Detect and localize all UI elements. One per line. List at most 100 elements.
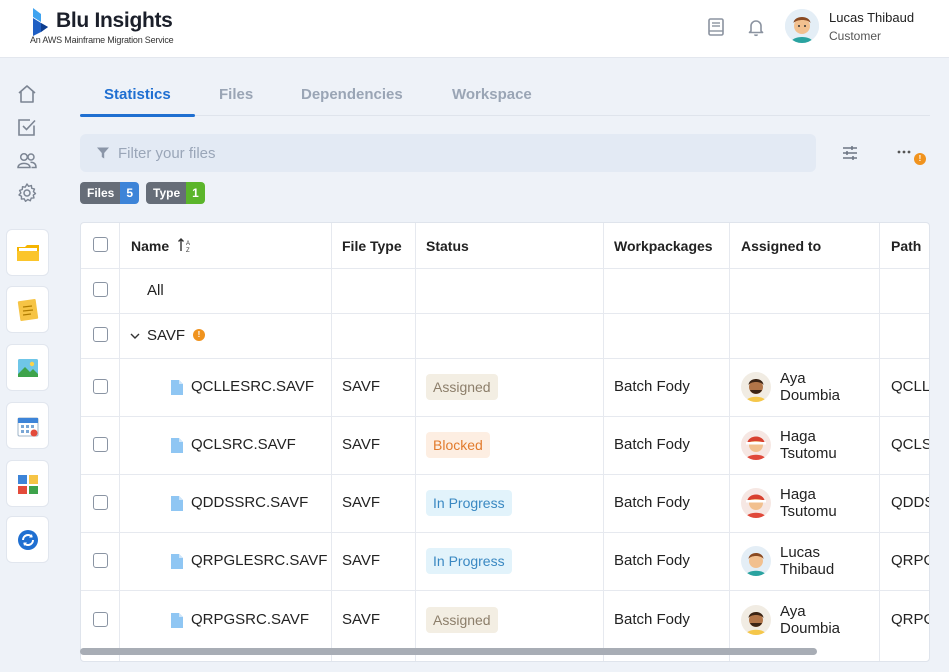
options-alert-badge: ! (914, 153, 926, 165)
files-table: Name A Z File Type Status Workpackages A… (80, 222, 930, 662)
book-icon[interactable] (705, 16, 727, 38)
type-count-chip[interactable]: Type 1 (146, 182, 205, 204)
bell-icon[interactable] (745, 16, 767, 38)
file-path: QRPG (891, 611, 929, 628)
checklist-icon[interactable] (16, 116, 38, 138)
file-name[interactable]: QDDSSRC.SAVF (191, 494, 308, 511)
assignee-last-name: Doumbia (780, 387, 841, 404)
column-divider (415, 223, 416, 661)
workpackage: Batch Fody (614, 552, 690, 569)
top-bar: Blu Insights An AWS Mainframe Migration … (0, 0, 949, 58)
assignee-name: Aya Doumbia (780, 603, 840, 637)
tab-workspace[interactable]: Workspace (452, 86, 532, 103)
workpackage: Batch Fody (614, 494, 690, 511)
user-name: Lucas Thibaud (829, 10, 915, 25)
row-checkbox[interactable] (93, 437, 108, 452)
file-name[interactable]: QRPGSRC.SAVF (191, 611, 309, 628)
tab-files[interactable]: Files (219, 86, 253, 103)
assignee-first-name: Aya (780, 370, 806, 387)
sort-icon[interactable]: A Z (177, 237, 193, 253)
assignee-first-name: Haga (780, 486, 816, 503)
file-path: QCLS (891, 436, 930, 453)
status-badge[interactable]: In Progress (426, 490, 512, 516)
assignee-last-name: Tsutomu (780, 445, 837, 462)
file-path: QCLL (891, 378, 930, 395)
file-type: SAVF (342, 611, 381, 628)
column-header-status[interactable]: Status (426, 238, 469, 254)
row-divider (81, 590, 929, 591)
file-icon (171, 613, 183, 628)
notes-app-icon (17, 298, 38, 321)
chevron-down-icon[interactable] (129, 330, 141, 342)
file-icon (171, 554, 183, 569)
avatar (741, 430, 771, 460)
status-badge[interactable]: Blocked (426, 432, 490, 458)
image-app-tile[interactable] (6, 344, 49, 391)
assignee-last-name: Tsutomu (780, 503, 837, 520)
tabs-divider (80, 115, 930, 116)
workpackage: Batch Fody (614, 611, 690, 628)
assignee-first-name: Lucas (780, 544, 821, 561)
calendar-app-icon (17, 417, 38, 436)
row-checkbox[interactable] (93, 612, 108, 627)
folder-app-tile[interactable] (6, 229, 49, 276)
dashboard-app-tile[interactable] (6, 460, 49, 507)
dashboard-app-icon (17, 474, 38, 494)
column-header-workpackages[interactable]: Workpackages (614, 238, 713, 254)
row-divider (81, 416, 929, 417)
notes-app-tile[interactable] (6, 286, 49, 333)
brand-subtitle: An AWS Mainframe Migration Service (30, 35, 174, 45)
filter-input[interactable] (118, 134, 798, 172)
row-checkbox[interactable] (93, 379, 108, 394)
active-tab-indicator (80, 114, 195, 117)
status-badge[interactable]: Assigned (426, 607, 498, 633)
file-type: SAVF (342, 436, 381, 453)
file-icon (171, 496, 183, 511)
row-checkbox[interactable] (93, 282, 108, 297)
column-header-name[interactable]: Name (131, 238, 169, 254)
column-header-path[interactable]: Path (891, 238, 921, 254)
assignee-name: Haga Tsutomu (780, 428, 837, 462)
blu-logo-icon (33, 8, 48, 36)
tab-dependencies[interactable]: Dependencies (301, 86, 403, 103)
column-header-file-type[interactable]: File Type (342, 238, 402, 254)
horizontal-scrollbar[interactable] (80, 648, 817, 655)
file-name[interactable]: QCLSRC.SAVF (191, 436, 296, 453)
row-checkbox[interactable] (93, 553, 108, 568)
brand-title: Blu Insights (56, 9, 173, 32)
assignee-name: Haga Tsutomu (780, 486, 837, 520)
file-type: SAVF (342, 378, 381, 395)
status-badge[interactable]: In Progress (426, 548, 512, 574)
column-header-assigned-to[interactable]: Assigned to (741, 238, 821, 254)
select-all-checkbox[interactable] (93, 237, 108, 252)
file-icon (171, 438, 183, 453)
user-role: Customer (829, 29, 882, 43)
files-count-chip[interactable]: Files 5 (80, 182, 140, 204)
tab-statistics[interactable]: Statistics (104, 86, 171, 103)
calendar-app-tile[interactable] (6, 402, 49, 449)
file-type: SAVF (342, 494, 381, 511)
status-badge[interactable]: Assigned (426, 374, 498, 400)
all-files-label[interactable]: All (147, 282, 164, 299)
column-divider (879, 223, 880, 661)
row-checkbox[interactable] (93, 495, 108, 510)
sync-app-tile[interactable] (6, 516, 49, 563)
assignee-last-name: Thibaud (780, 561, 835, 578)
svg-text:Z: Z (186, 248, 190, 253)
row-checkbox[interactable] (93, 327, 108, 342)
column-divider (603, 223, 604, 661)
group-alert-badge: ! (193, 329, 205, 341)
users-icon[interactable] (16, 149, 38, 171)
file-icon (171, 380, 183, 395)
row-divider (81, 268, 929, 269)
user-avatar[interactable] (785, 9, 819, 43)
sliders-icon[interactable] (838, 142, 862, 164)
group-label[interactable]: SAVF (147, 327, 185, 344)
home-icon[interactable] (16, 83, 38, 105)
row-divider (81, 358, 929, 359)
gear-icon[interactable] (16, 182, 38, 204)
file-name[interactable]: QRPGLESRC.SAVF (191, 552, 327, 569)
file-name[interactable]: QCLLESRC.SAVF (191, 378, 314, 395)
chip-label: Type (146, 182, 187, 204)
file-path: QDDS (891, 494, 929, 511)
